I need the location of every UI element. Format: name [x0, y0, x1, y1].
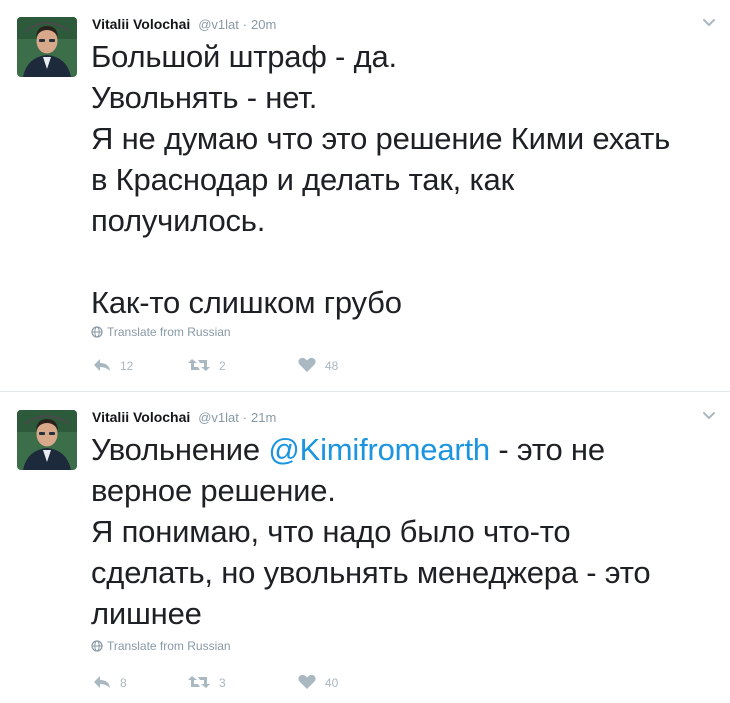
tweet-text-line: Как-то слишком грубо — [91, 285, 402, 320]
tweet-text-line: получилось. — [91, 203, 266, 238]
tweet-text-line: Увольнять - нет. — [91, 80, 318, 115]
user-handle[interactable]: @v1lat — [198, 410, 239, 425]
tweet-text: Большой штраф - да. Увольнять - нет. Я н… — [91, 36, 723, 323]
tweet-text-line: Я не думаю что это решение Кими ехать — [91, 121, 671, 156]
retweet-count: 3 — [219, 676, 226, 690]
user-avatar[interactable] — [17, 410, 77, 470]
display-name[interactable]: Vitalii Volochai — [92, 409, 190, 425]
translate-link[interactable]: Translate from Russian — [91, 638, 231, 654]
translate-link[interactable]: Translate from Russian — [91, 324, 231, 340]
chevron-down-icon[interactable] — [700, 407, 718, 425]
tweet-text-line: верное решение. — [91, 473, 336, 508]
tweet-text-segment: Увольнение — [91, 432, 269, 467]
reply-icon — [94, 676, 110, 688]
like-button[interactable]: 48 — [297, 356, 338, 376]
avatar-photo — [17, 17, 77, 77]
chevron-down-icon[interactable] — [700, 14, 718, 32]
retweet-icon — [188, 676, 210, 688]
globe-icon — [91, 640, 103, 652]
avatar-photo — [17, 410, 77, 470]
tweet-timestamp[interactable]: 21m — [251, 410, 276, 425]
user-handle[interactable]: @v1lat — [198, 17, 239, 32]
tweet-text-line: в Краснодар и делать так, как — [91, 162, 514, 197]
reply-button[interactable]: 12 — [92, 356, 133, 376]
heart-icon — [298, 674, 316, 689]
tweet-header: Vitalii Volochai @v1lat · 21m — [92, 407, 276, 427]
tweet-timestamp[interactable]: 20m — [251, 17, 276, 32]
tweet-text-line: лишнее — [91, 596, 202, 631]
tweet-text: Увольнение @Kimifromearth - это не верно… — [91, 429, 723, 634]
reply-count: 8 — [120, 676, 127, 690]
tweet-text-line: сделать, но увольнять менеджера - это — [91, 555, 651, 590]
like-count: 40 — [325, 676, 339, 690]
tweet-2[interactable]: Vitalii Volochai @v1lat · 21m Увольнение… — [0, 393, 730, 703]
tweet-text-line: Я понимаю, что надо было что-то — [91, 514, 571, 549]
retweet-button[interactable]: 2 — [187, 356, 226, 376]
heart-icon — [298, 357, 316, 372]
user-avatar[interactable] — [17, 17, 77, 77]
tweet-header: Vitalii Volochai @v1lat · 20m — [92, 14, 276, 34]
like-button[interactable]: 40 — [297, 673, 338, 693]
header-separator: · — [242, 17, 248, 32]
tweet-text-line: Большой штраф - да. — [91, 39, 397, 74]
reply-count: 12 — [120, 359, 134, 373]
globe-icon — [91, 326, 103, 338]
retweet-count: 2 — [219, 359, 226, 373]
reply-icon — [94, 359, 110, 371]
translate-label: Translate from Russian — [107, 639, 231, 653]
display-name[interactable]: Vitalii Volochai — [92, 16, 190, 32]
tweet-text-line: Увольнение @Kimifromearth - это не — [91, 429, 723, 470]
translate-label: Translate from Russian — [107, 325, 231, 339]
tweet-1[interactable]: Vitalii Volochai @v1lat · 20m Большой шт… — [0, 0, 730, 392]
reply-button[interactable]: 8 — [92, 673, 127, 693]
header-separator: · — [242, 410, 248, 425]
like-count: 48 — [325, 359, 339, 373]
tweet-text-segment: - это не — [489, 432, 605, 467]
mention-link[interactable]: @Kimifromearth — [268, 432, 490, 467]
retweet-icon — [188, 359, 210, 371]
retweet-button[interactable]: 3 — [187, 673, 226, 693]
